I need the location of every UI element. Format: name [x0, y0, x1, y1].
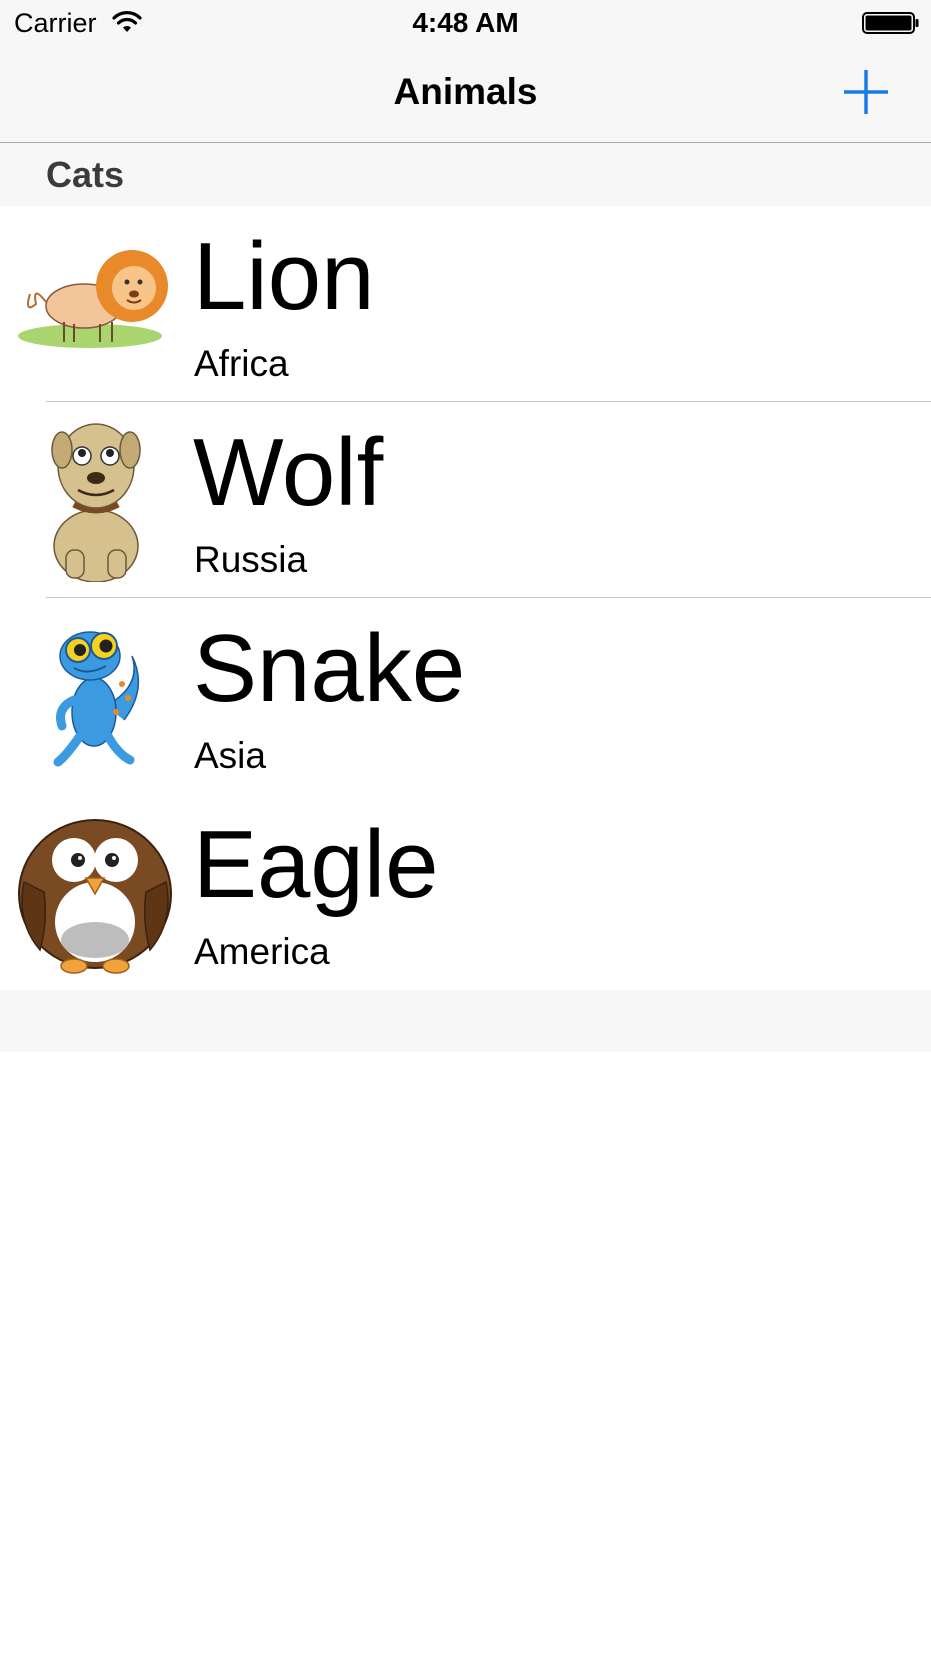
nav-title: Animals: [393, 71, 538, 112]
owl-image: [18, 819, 172, 974]
row-title: Eagle: [193, 811, 439, 918]
table-row[interactable]: Lion Africa: [0, 206, 931, 402]
row-subtitle: America: [194, 931, 330, 972]
dog-image: [51, 423, 141, 582]
row-subtitle: Africa: [194, 343, 289, 384]
row-title: Wolf: [193, 419, 384, 526]
add-button[interactable]: [840, 66, 892, 118]
row-subtitle: Russia: [194, 539, 308, 580]
section-header: Cats: [0, 143, 931, 206]
plus-icon: [844, 70, 888, 114]
lion-image: [18, 250, 168, 348]
navigation-bar: Animals: [0, 46, 931, 143]
animals-table: Lion Africa Wolf Russia Snake Asia Eagle…: [0, 206, 931, 990]
section-title: Cats: [46, 154, 125, 195]
row-title: Snake: [193, 615, 466, 722]
table-row[interactable]: Snake Asia: [0, 598, 931, 794]
status-bar: Carrier 4:48 AM: [0, 0, 931, 46]
row-subtitle: Asia: [194, 735, 266, 776]
screen: Carrier 4:48 AM Animals Cats Lion Africa…: [0, 0, 931, 1656]
row-title: Lion: [193, 223, 375, 330]
table-row[interactable]: Wolf Russia: [0, 402, 931, 598]
battery-icon: [862, 12, 919, 34]
table-row[interactable]: Eagle America: [0, 794, 931, 990]
gecko-image: [53, 631, 140, 767]
section-footer: [0, 990, 931, 1052]
status-time: 4:48 AM: [412, 7, 519, 38]
